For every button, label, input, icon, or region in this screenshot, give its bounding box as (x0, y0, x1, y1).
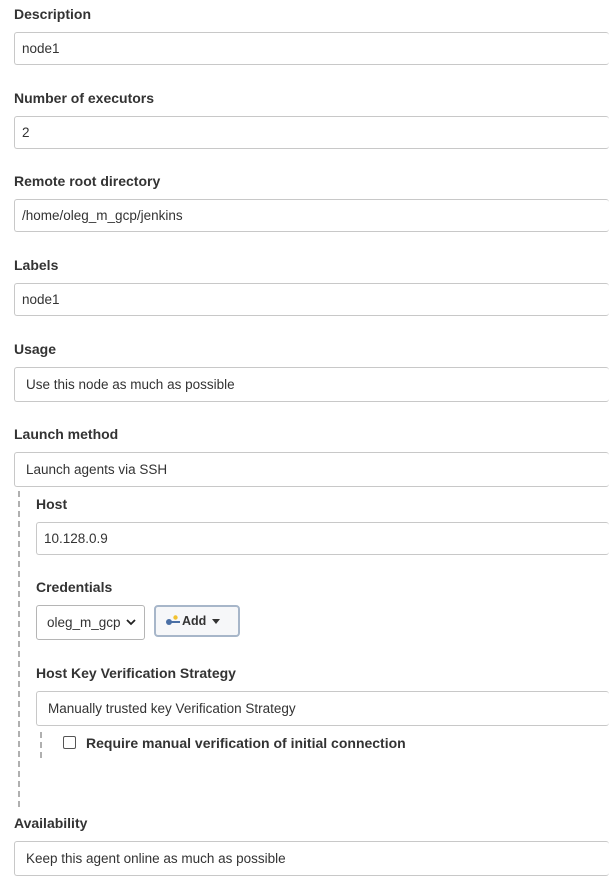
usage-value: Use this node as much as possible (26, 377, 235, 392)
availability-select[interactable]: Keep this agent online as much as possib… (14, 841, 609, 876)
chevron-down-icon (126, 617, 136, 629)
credentials-value: oleg_m_gcp (47, 615, 121, 630)
add-credentials-button[interactable]: Add (154, 605, 240, 637)
credentials-select[interactable]: oleg_m_gcp (36, 605, 145, 640)
usage-label: Usage (14, 341, 57, 357)
caret-down-icon (212, 616, 221, 626)
host-key-label: Host Key Verification Strategy (36, 665, 236, 681)
labels-value: node1 (22, 292, 60, 307)
launch-method-section-line (18, 491, 20, 807)
usage-select[interactable]: Use this node as much as possible (14, 367, 609, 402)
host-label: Host (36, 496, 68, 512)
executors-value: 2 (22, 125, 30, 140)
host-key-select[interactable]: Manually trusted key Verification Strate… (36, 691, 609, 726)
availability-value: Keep this agent online as much as possib… (26, 851, 286, 866)
launch-method-value: Launch agents via SSH (26, 462, 168, 477)
host-key-value: Manually trusted key Verification Strate… (48, 701, 296, 716)
add-button-label: Add (182, 614, 207, 628)
manual-verification-label: Require manual verification of initial c… (86, 735, 406, 751)
description-label: Description (14, 6, 92, 22)
remote-root-label: Remote root directory (14, 173, 161, 189)
credentials-label: Credentials (36, 579, 113, 595)
executors-input[interactable]: 2 (14, 116, 609, 149)
labels-input[interactable]: node1 (14, 283, 609, 316)
labels-label: Labels (14, 257, 59, 273)
host-input[interactable]: 10.128.0.9 (36, 522, 609, 555)
executors-label: Number of executors (14, 90, 155, 106)
key-icon (165, 615, 181, 627)
host-key-section-line (40, 732, 42, 758)
remote-root-input[interactable]: /home/oleg_m_gcp/jenkins (14, 199, 609, 232)
description-input[interactable]: node1 (14, 32, 609, 65)
remote-root-value: /home/oleg_m_gcp/jenkins (22, 208, 183, 223)
host-value: 10.128.0.9 (44, 531, 108, 546)
availability-label: Availability (14, 815, 88, 831)
manual-verification-checkbox[interactable] (63, 736, 76, 749)
launch-method-label: Launch method (14, 426, 119, 442)
launch-method-select[interactable]: Launch agents via SSH (14, 452, 609, 487)
description-value: node1 (22, 41, 60, 56)
